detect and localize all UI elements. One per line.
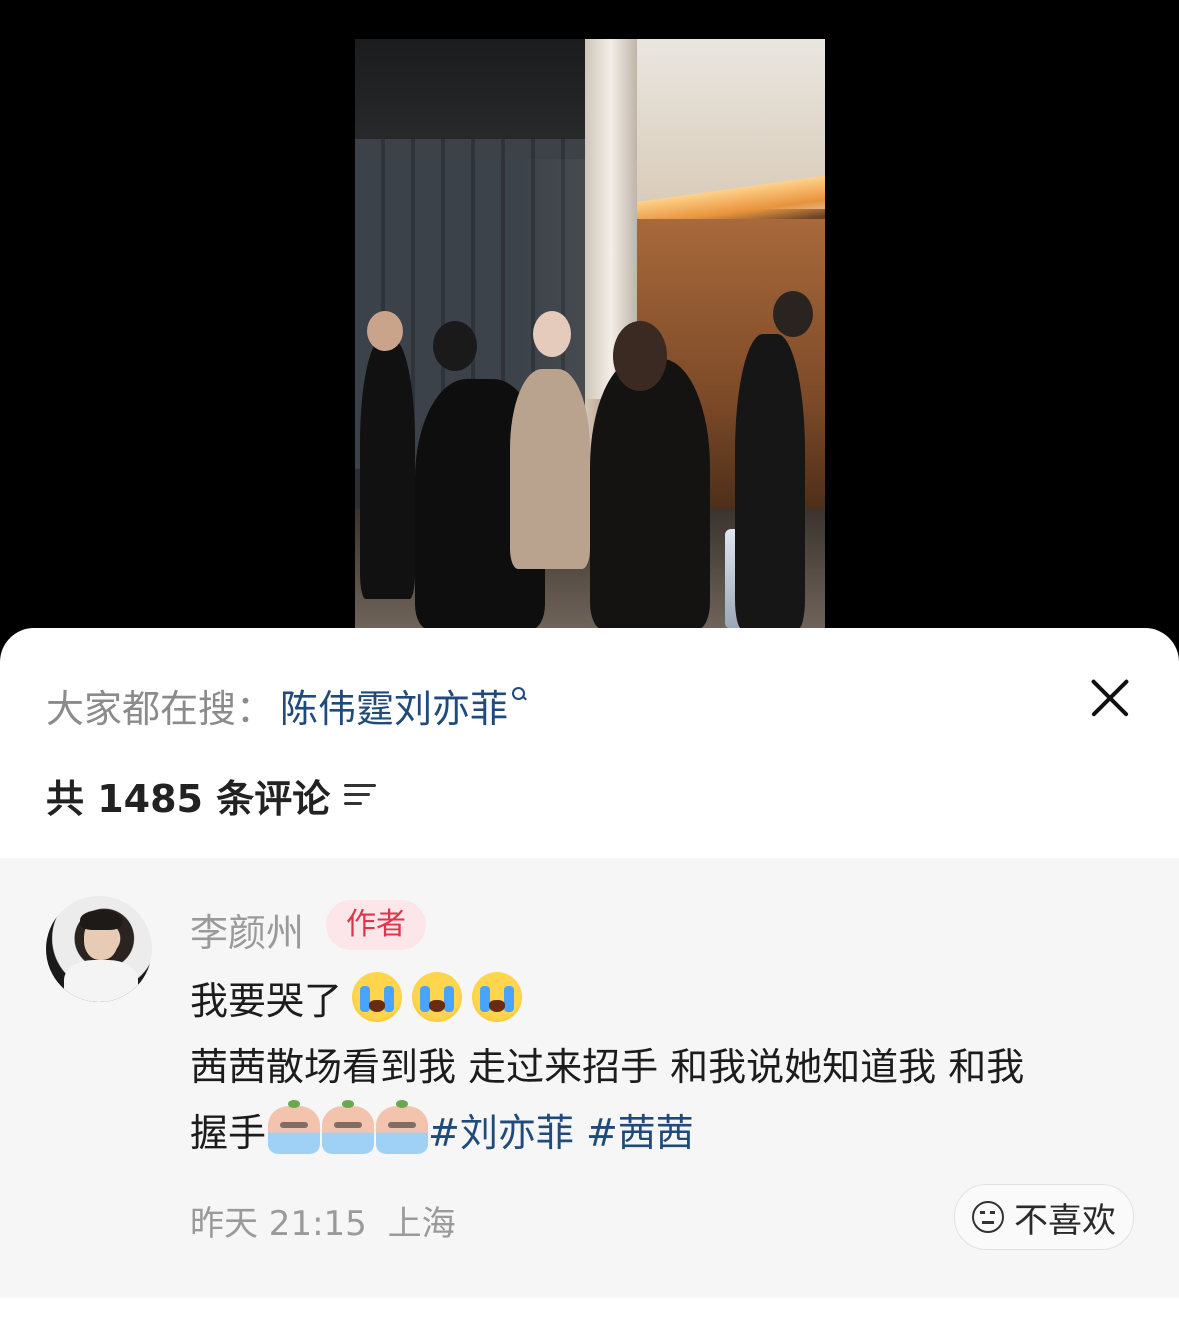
avatar[interactable]	[46, 896, 152, 1002]
crying-sticker	[268, 1100, 321, 1154]
comment-count: 共 1485 条评论	[46, 776, 331, 821]
comment-author[interactable]: 李颜州	[190, 902, 304, 957]
crying-sticker	[376, 1100, 429, 1154]
video-person	[735, 334, 805, 629]
video-person	[360, 339, 415, 599]
video-person-head	[533, 311, 571, 357]
close-icon[interactable]	[1088, 676, 1132, 720]
comment-line-2: 茜茜散场看到我 走过来招手 和我说她知道我 和我	[190, 1045, 1025, 1089]
video-person-head	[613, 321, 667, 391]
crying-emoji	[352, 972, 403, 1022]
comment-item[interactable]: 李颜州 作者 我要哭了 茜茜散场看到我 走过来招手 和我说她知道我 和我 握手 #…	[0, 858, 1179, 1298]
video-person	[510, 369, 590, 569]
video-person-head	[433, 321, 477, 371]
trending-search-prefix: 大家都在搜：	[46, 686, 275, 731]
comment-line-3: 握手 #刘亦菲 #茜茜	[190, 1100, 1130, 1166]
meh-face-icon	[972, 1201, 1004, 1233]
video-player[interactable]	[0, 0, 1179, 640]
crying-emoji	[472, 972, 523, 1022]
dislike-label: 不喜欢	[1014, 1200, 1116, 1241]
avatar-hair	[80, 910, 122, 930]
comment-line-1-text: 我要哭了	[190, 979, 343, 1023]
trending-search-term[interactable]: 陈伟霆刘亦菲	[280, 678, 508, 733]
comment-count-header: 共 1485 条评论	[46, 770, 377, 821]
comment-meta: 昨天 21:15 上海	[190, 1196, 456, 1245]
crying-sticker	[322, 1100, 375, 1154]
comment-text: 我要哭了 茜茜散场看到我 走过来招手 和我说她知道我 和我 握手 #刘亦菲 #茜茜	[190, 968, 1130, 1166]
comment-line-3-text: 握手	[190, 1111, 267, 1155]
video-frame[interactable]	[355, 39, 825, 629]
author-badge: 作者	[326, 900, 426, 950]
dislike-button[interactable]: 不喜欢	[954, 1184, 1134, 1250]
sheet-bottom	[0, 1298, 1179, 1340]
comment-time: 昨天 21:15	[190, 1204, 367, 1244]
hashtag-xixi[interactable]: #茜茜	[586, 1111, 694, 1155]
hashtag-liu-yifei[interactable]: #刘亦菲	[428, 1111, 574, 1155]
sort-icon[interactable]	[344, 782, 377, 808]
comment-location: 上海	[387, 1204, 456, 1244]
video-person-head	[773, 291, 813, 337]
crying-emoji	[412, 972, 463, 1022]
video-person	[590, 359, 710, 629]
video-person-head	[367, 311, 403, 351]
search-icon	[512, 687, 526, 701]
trending-search[interactable]: 大家都在搜： 陈伟霆刘亦菲	[46, 678, 526, 733]
avatar-body	[64, 960, 138, 1002]
comments-sheet: 大家都在搜： 陈伟霆刘亦菲 共 1485 条评论 李颜州 作者 我要哭了 茜茜散…	[0, 628, 1179, 1340]
comment-line-1: 我要哭了	[190, 968, 1130, 1034]
